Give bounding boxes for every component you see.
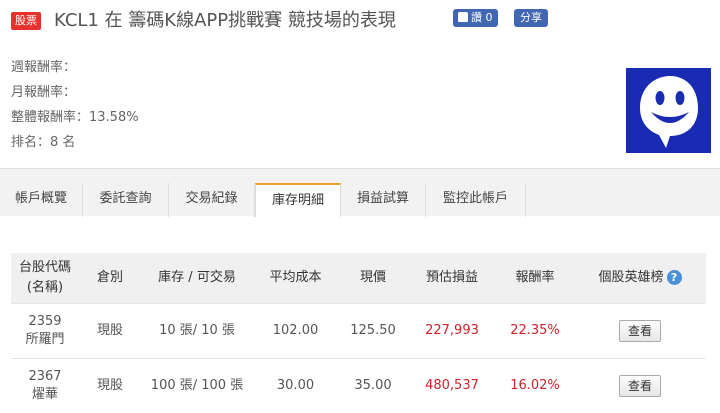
stock-cell: 2359 所羅門 [11, 302, 79, 358]
thumbs-up-icon [458, 12, 468, 22]
performance-stats: 週報酬率： 月報酬率： 整體報酬率：13.58% 排名：8 名 [11, 55, 139, 155]
return-rate: 16.02% [496, 357, 574, 413]
avatar [626, 68, 711, 153]
estimated-pnl: 480,537 [408, 357, 496, 413]
account-tabs: 帳戶概覽 委託查詢 交易紀錄 庫存明細 損益試算 監控此帳戶 [0, 168, 720, 217]
header-hero-label: 個股英雄榜 [598, 269, 664, 285]
smiley-face-icon [626, 68, 711, 153]
quantity: 100 張/ 100 張 [141, 357, 253, 413]
tab-account-overview[interactable]: 帳戶概覽 [0, 183, 83, 217]
avg-cost: 102.00 [253, 302, 338, 358]
stock-cell: 2367 燿華 [11, 357, 79, 413]
col-header-return: 報酬率 [496, 253, 574, 303]
return-rate: 22.35% [496, 302, 574, 358]
avg-cost: 30.00 [253, 357, 338, 413]
page-title: KCL1 在 籌碼K線APP挑戰賽 競技場的表現 [54, 10, 396, 31]
table-row: 2359 所羅門 現股 10 張/ 10 張 102.00 125.50 227,… [11, 302, 706, 358]
tab-order-query[interactable]: 委託查詢 [83, 183, 169, 217]
stock-name: 燿華 [31, 386, 58, 402]
question-circle-icon[interactable]: ? [666, 269, 682, 285]
view-button[interactable]: 查看 [618, 374, 661, 397]
estimated-pnl: 227,993 [408, 302, 496, 358]
hero-cell: 查看 [574, 302, 706, 358]
header-code-label: 台股代碼 [18, 259, 71, 275]
rank: 排名：8 名 [11, 135, 76, 150]
table-header-row: 台股代碼 (名稱) 倉別 庫存 / 可交易 平均成本 現價 預估損益 報酬率 個股… [11, 253, 706, 303]
col-header-type: 倉別 [79, 253, 141, 303]
tab-inventory[interactable]: 庫存明細 [255, 183, 341, 217]
col-header-pnl: 預估損益 [408, 253, 496, 303]
col-header-hero-board: 個股英雄榜? [574, 253, 706, 303]
facebook-like-button[interactable]: 讚 0 [453, 9, 498, 27]
monthly-return: 月報酬率： [11, 85, 77, 100]
like-label: 讚 0 [471, 11, 493, 24]
stock-code: 2367 [28, 368, 62, 384]
col-header-qty: 庫存 / 可交易 [141, 253, 253, 303]
col-header-avg-cost: 平均成本 [253, 253, 338, 303]
current-price: 125.50 [338, 302, 408, 358]
tab-pnl-calculator[interactable]: 損益試算 [341, 183, 426, 217]
weekly-return: 週報酬率： [11, 60, 77, 75]
col-header-price: 現價 [338, 253, 408, 303]
view-button[interactable]: 查看 [618, 319, 661, 342]
inventory-table: 台股代碼 (名稱) 倉別 庫存 / 可交易 平均成本 現價 預估損益 報酬率 個股… [11, 253, 706, 413]
position-type: 現股 [79, 302, 141, 358]
stock-badge: 股票 [11, 12, 41, 30]
tab-trade-history[interactable]: 交易紀錄 [169, 183, 255, 217]
position-type: 現股 [79, 357, 141, 413]
tab-monitor-account[interactable]: 監控此帳戶 [426, 183, 526, 217]
header-name-label: (名稱) [26, 279, 64, 295]
total-return: 整體報酬率：13.58% [11, 110, 139, 125]
col-header-code: 台股代碼 (名稱) [11, 253, 79, 303]
current-price: 35.00 [338, 357, 408, 413]
stock-code: 2359 [28, 313, 62, 329]
quantity: 10 張/ 10 張 [141, 302, 253, 358]
facebook-share-button[interactable]: 分享 [514, 9, 548, 27]
page-header: 股票 KCL1 在 籌碼K線APP挑戰賽 競技場的表現 讚 0 分享 [0, 0, 720, 40]
hero-cell: 查看 [574, 357, 706, 413]
stock-name: 所羅門 [25, 331, 65, 347]
table-row: 2367 燿華 現股 100 張/ 100 張 30.00 35.00 480,5… [11, 357, 706, 413]
